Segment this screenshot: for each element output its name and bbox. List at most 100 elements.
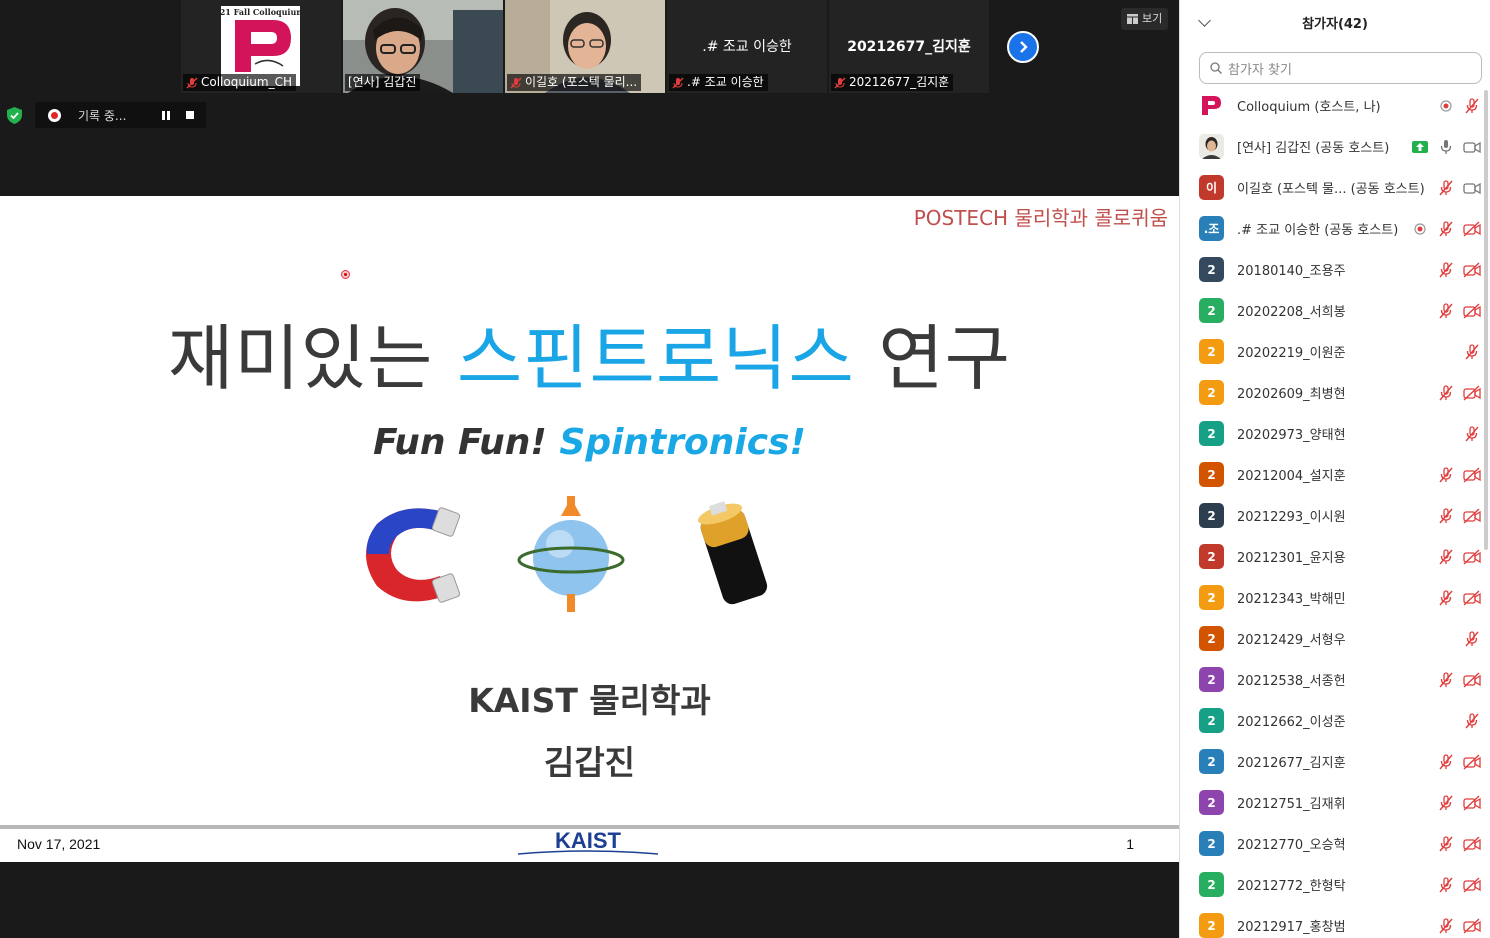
tile-name: .# 조교 이승한 [687, 75, 764, 89]
participant-status-icons [1437, 752, 1481, 772]
participant-row[interactable]: 2 20212301_윤지용 [1180, 536, 1490, 577]
video-tile-speaker[interactable]: [연사] 김갑진 [343, 0, 503, 93]
participant-row[interactable]: Colloquium (호스트, 나) [1180, 85, 1490, 126]
participant-row[interactable]: 2 20212343_박해민 [1180, 577, 1490, 618]
meeting-area: '21 Fall Colloquium Colloquium_CH [연사] 김… [0, 0, 1179, 938]
participant-row[interactable]: 2 20212293_이시원 [1180, 495, 1490, 536]
view-button-label: 보기 [1142, 12, 1163, 25]
participant-row[interactable]: [연사] 김갑진 (공동 호스트) [1180, 126, 1490, 167]
slide-title-accent: 스핀트로닉스 [456, 317, 855, 400]
avatar: 2 [1199, 462, 1224, 487]
participant-row[interactable]: 2 20212917_홍창범 [1180, 905, 1490, 938]
avatar: 2 [1199, 257, 1224, 282]
avatar: 2 [1199, 708, 1224, 733]
participant-name-tag: 이길호 (포스텍 물리... [507, 74, 642, 91]
participant-row[interactable]: 2 20212772_한형탁 [1180, 864, 1490, 905]
panel-header: 참가자(42) [1180, 0, 1490, 42]
mic-off-icon [1463, 343, 1481, 360]
panel-scrollbar[interactable] [1484, 90, 1488, 550]
participant-status-icons [1437, 834, 1481, 854]
mic-off-icon [1437, 302, 1455, 319]
participant-row[interactable]: 2 20202973_양태현 [1180, 413, 1490, 454]
mic-off-icon [1437, 835, 1455, 852]
mic-off-icon [1437, 261, 1455, 278]
participant-search-input[interactable]: 참가자 찾기 [1199, 52, 1482, 84]
participant-row[interactable]: 2 20212751_김재휘 [1180, 782, 1490, 823]
mic-off-icon [1437, 589, 1455, 606]
laser-pointer [341, 270, 350, 279]
participant-row[interactable]: 2 20212677_김지훈 [1180, 741, 1490, 782]
participant-name: .# 조교 이승한 (공동 호스트) [1237, 223, 1399, 238]
video-off-icon [1463, 384, 1481, 401]
participant-row[interactable]: 이 이길호 (포스텍 물... (공동 호스트) [1180, 167, 1490, 208]
slide-illustrations [366, 496, 768, 612]
participant-name: 20212770_오승혁 [1237, 838, 1346, 853]
participant-name: 20212677_김지훈 [1237, 756, 1346, 771]
security-shield-icon[interactable] [7, 107, 22, 124]
pause-recording-button[interactable] [162, 110, 170, 120]
mic-off-icon [186, 77, 198, 89]
mic-off-icon [1437, 466, 1455, 483]
avatar: 이 [1199, 175, 1224, 200]
tile-name: [연사] 김갑진 [348, 75, 417, 89]
participant-row[interactable]: 2 20212770_오승혁 [1180, 823, 1490, 864]
slide-subtitle: Fun Fun! Spintronics! [0, 422, 1179, 463]
video-tile-student[interactable]: 20212677_김지훈 20212677_김지훈 [829, 0, 989, 93]
slide-title-part: 연구 [854, 317, 1011, 400]
participant-list: Colloquium (호스트, 나) [연사] 김갑진 (공동 호스트) 이 이길호… [1180, 85, 1490, 938]
mic-off-icon [834, 77, 846, 89]
mic-off-icon [510, 77, 522, 89]
recording-label: 기록 중... [78, 108, 127, 123]
participant-status-icons [1437, 793, 1481, 813]
video-off-icon [1463, 261, 1481, 278]
view-button[interactable]: 보기 [1121, 8, 1169, 30]
participant-row[interactable]: 2 20212429_서형우 [1180, 618, 1490, 659]
participant-row[interactable]: 2 20212662_이성준 [1180, 700, 1490, 741]
participant-name: 20202208_서희봉 [1237, 305, 1346, 320]
mic-off-icon [672, 77, 684, 89]
participant-name-tag: [연사] 김갑진 [345, 74, 421, 91]
mic-off-icon [1437, 753, 1455, 770]
gallery-strip: '21 Fall Colloquium Colloquium_CH [연사] 김… [181, 0, 989, 93]
participant-name: 20202219_이원준 [1237, 346, 1346, 361]
video-tile-assistant[interactable]: .# 조교 이승한 .# 조교 이승한 [667, 0, 827, 93]
participant-row[interactable]: 2 20202609_최병현 [1180, 372, 1490, 413]
mic-off-icon [1437, 179, 1455, 196]
participant-row[interactable]: 2 20212004_설지훈 [1180, 454, 1490, 495]
tile-name: Colloquium_CH [201, 75, 292, 89]
stop-recording-button[interactable] [186, 111, 194, 119]
participant-row[interactable]: 2 20202219_이원준 [1180, 331, 1490, 372]
avatar: 2 [1199, 626, 1224, 651]
participant-row[interactable]: .조 .# 조교 이승한 (공동 호스트) [1180, 208, 1490, 249]
chevron-right-icon [1020, 41, 1028, 53]
tile-name: 20212677_김지훈 [849, 75, 950, 89]
participant-status-icons [1437, 301, 1481, 321]
video-off-icon [1463, 589, 1481, 606]
avatar: 2 [1199, 913, 1224, 938]
participant-row[interactable]: 2 20212538_서종헌 [1180, 659, 1490, 700]
video-tile-host[interactable]: 이길호 (포스텍 물리... [505, 0, 665, 93]
mic-off-icon [1437, 671, 1455, 688]
next-page-button[interactable] [1007, 31, 1039, 63]
participant-status-icons [1437, 875, 1481, 895]
slide-title-part: 재미있는 [168, 317, 457, 400]
participant-name: 20180140_조용주 [1237, 264, 1346, 279]
participant-name: 이길호 (포스텍 물... (공동 호스트) [1237, 182, 1425, 197]
record-icon [1437, 98, 1455, 114]
video-off-icon [1463, 466, 1481, 483]
video-off-icon [1463, 548, 1481, 565]
avatar: 2 [1199, 544, 1224, 569]
tile-center-name: 20212677_김지훈 [847, 39, 971, 55]
participant-row[interactable]: 2 20202208_서희봉 [1180, 290, 1490, 331]
participant-name: 20212343_박해민 [1237, 592, 1346, 607]
avatar: 2 [1199, 585, 1224, 610]
participant-row[interactable]: 2 20180140_조용주 [1180, 249, 1490, 290]
shared-slide: POSTECH 물리학과 콜로퀴움 재미있는 스핀트로닉스 연구 Fun Fun… [0, 196, 1179, 862]
video-on-icon [1463, 139, 1481, 155]
search-icon [1210, 62, 1222, 74]
kaist-logo-text: KAIST [555, 828, 622, 853]
participant-name: 20202973_양태현 [1237, 428, 1346, 443]
video-tile-colloquium[interactable]: '21 Fall Colloquium Colloquium_CH [181, 0, 341, 93]
mic-off-icon [1463, 630, 1481, 647]
video-off-icon [1463, 753, 1481, 770]
